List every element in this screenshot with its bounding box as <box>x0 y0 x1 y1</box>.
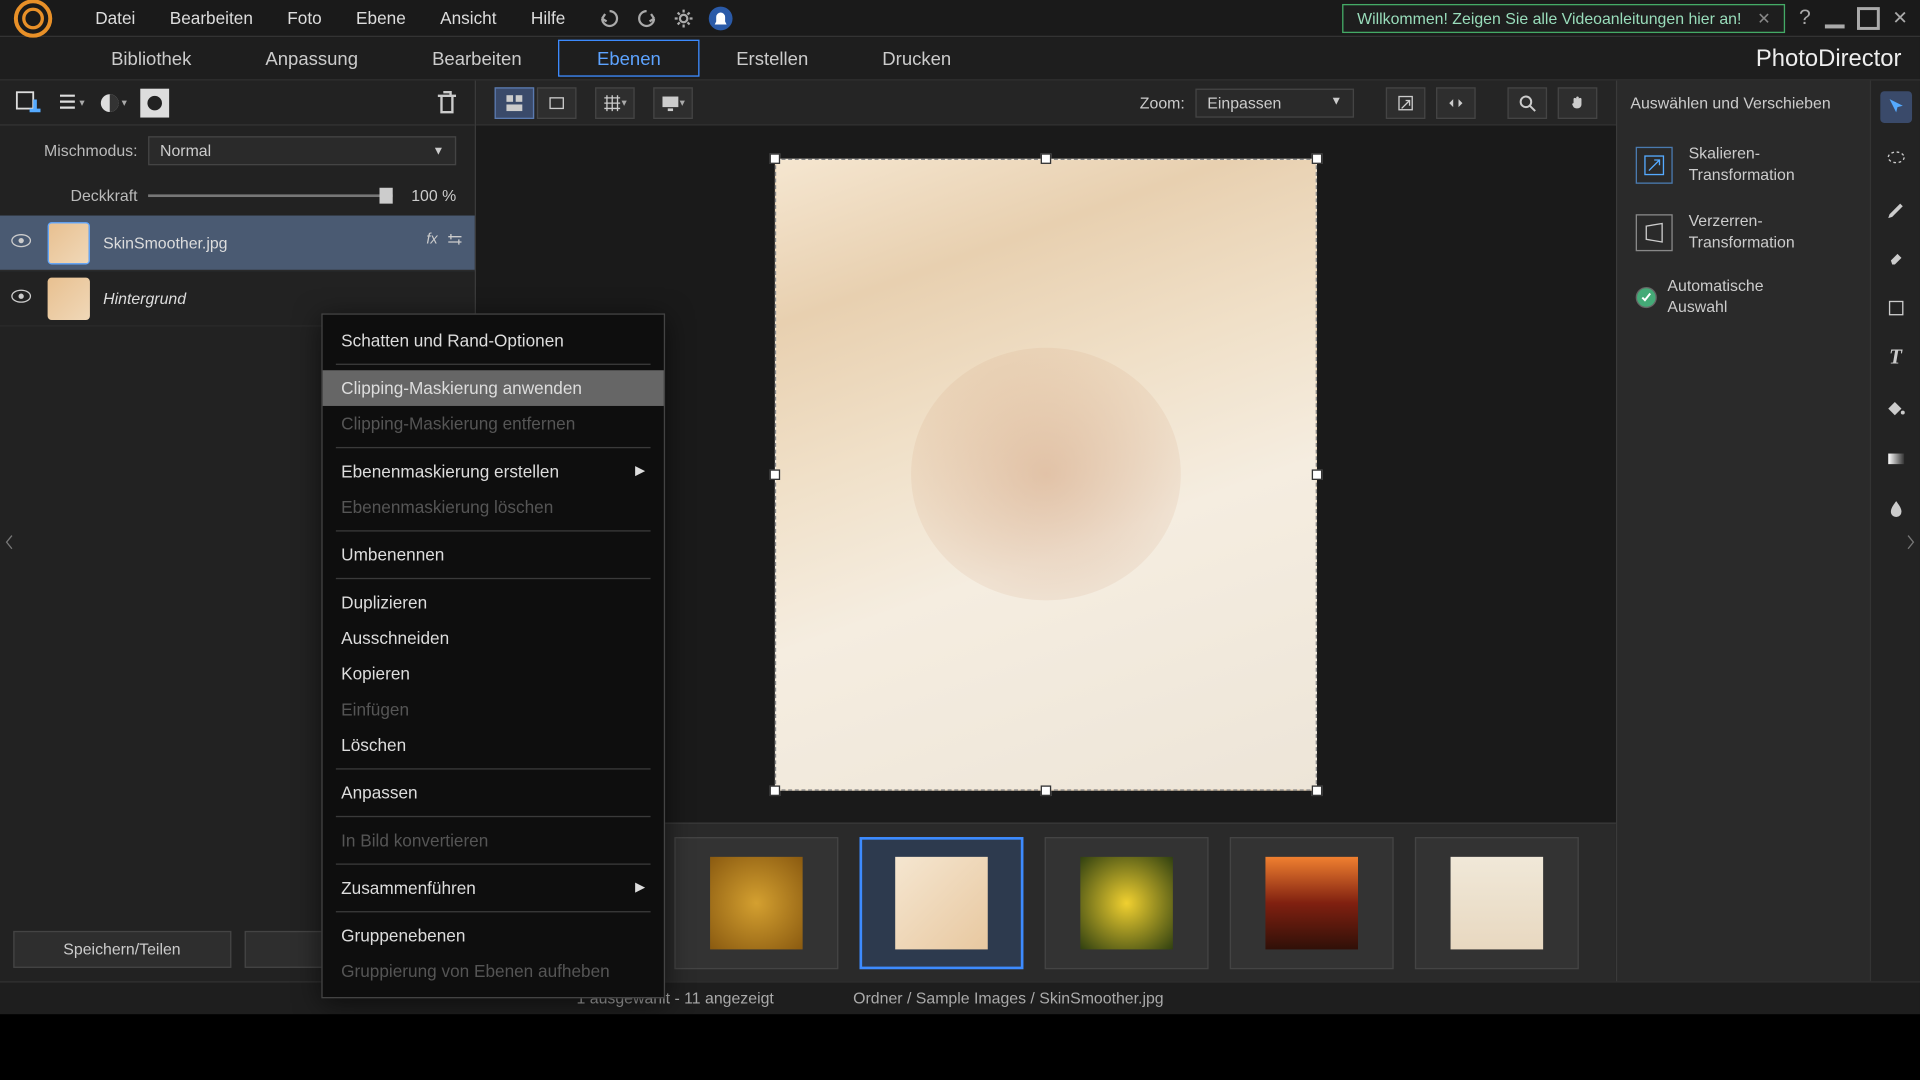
filmstrip-item[interactable] <box>859 836 1023 968</box>
maximize-icon[interactable] <box>1857 6 1881 30</box>
ctx-item: In Bild konvertieren <box>323 822 664 858</box>
zoom-label: Zoom: <box>1140 93 1185 112</box>
fill-tool-icon[interactable] <box>1880 393 1912 425</box>
opacity-value: 100 % <box>411 186 456 205</box>
blur-tool-icon[interactable] <box>1880 493 1912 525</box>
layer-row[interactable]: SkinSmoother.jpg fx <box>0 216 475 272</box>
welcome-banner[interactable]: Willkommen! Zeigen Sie alle Videoanleitu… <box>1343 3 1786 32</box>
blend-mode-label: Mischmodus: <box>19 141 138 160</box>
tab-anpassung[interactable]: Anpassung <box>228 40 395 77</box>
filmstrip-item[interactable] <box>674 836 838 968</box>
ctx-item[interactable]: Zusammenführen▶ <box>323 870 664 906</box>
ctx-item: Einfügen <box>323 692 664 728</box>
ctx-item[interactable]: Ausschneiden <box>323 620 664 656</box>
tab-erstellen[interactable]: Erstellen <box>699 40 845 77</box>
zoom-select[interactable]: Einpassen▼ <box>1195 88 1354 117</box>
shape-tool-icon[interactable] <box>1880 292 1912 324</box>
view-compare-icon[interactable] <box>537 87 577 119</box>
menu-foto[interactable]: Foto <box>271 3 337 33</box>
filmstrip-item[interactable] <box>1045 836 1209 968</box>
canvas-image[interactable] <box>775 158 1317 790</box>
visibility-icon[interactable] <box>11 233 35 253</box>
panel-title: Auswählen und Verschieben <box>1630 94 1856 113</box>
layer-adjust-icon[interactable] <box>446 231 465 253</box>
visibility-icon[interactable] <box>11 288 35 308</box>
distort-transform[interactable]: Verzerren- Transformation <box>1630 199 1856 267</box>
ctx-item[interactable]: Umbenennen <box>323 537 664 573</box>
menu-bearbeiten[interactable]: Bearbeiten <box>154 3 269 33</box>
filmstrip-item[interactable] <box>1230 836 1394 968</box>
pen-tool-icon[interactable] <box>1880 192 1912 224</box>
menu-datei[interactable]: Datei <box>79 3 151 33</box>
mask-icon[interactable]: ▾ <box>98 88 127 117</box>
tab-drucken[interactable]: Drucken <box>845 40 988 77</box>
filmstrip-item[interactable] <box>1415 836 1579 968</box>
tab-ebenen[interactable]: Ebenen <box>559 40 700 77</box>
fx-icon[interactable]: fx <box>426 231 437 253</box>
layer-thumbnail <box>48 277 90 319</box>
menu-ebene[interactable]: Ebene <box>340 3 421 33</box>
layer-context-menu: Schatten und Rand-Optionen Clipping-Maski… <box>321 313 665 998</box>
eraser-tool-icon[interactable] <box>1880 242 1912 274</box>
tab-bibliothek[interactable]: Bibliothek <box>74 40 228 77</box>
help-icon[interactable]: ? <box>1793 6 1817 30</box>
opacity-slider[interactable] <box>148 194 393 197</box>
layer-name: SkinSmoother.jpg <box>103 233 413 252</box>
window-close-icon[interactable]: ✕ <box>1888 6 1912 30</box>
redo-icon[interactable] <box>634 6 658 30</box>
ctx-item: Gruppierung von Ebenen aufheben <box>323 953 664 989</box>
opacity-label: Deckkraft <box>19 186 138 205</box>
gear-icon[interactable] <box>671 6 695 30</box>
list-icon[interactable]: ▾ <box>56 88 85 117</box>
tab-bearbeiten[interactable]: Bearbeiten <box>395 40 559 77</box>
fit-icon[interactable] <box>1386 87 1426 119</box>
menubar: DateiBearbeitenFotoEbeneAnsichtHilfe Wil… <box>0 0 1920 37</box>
ctx-item: Ebenenmaskierung löschen <box>323 489 664 525</box>
flip-icon[interactable] <box>1436 87 1476 119</box>
app-brand: PhotoDirector <box>1756 44 1902 72</box>
undo-icon[interactable] <box>597 6 621 30</box>
ctx-item[interactable]: Gruppenebenen <box>323 918 664 954</box>
status-bar: 1 ausgewählt - 11 angezeigt Ordner / Sam… <box>0 981 1920 1014</box>
hand-icon[interactable] <box>1558 87 1598 119</box>
circle-icon[interactable] <box>140 88 169 117</box>
collapse-right-icon[interactable] <box>1904 526 1917 558</box>
app-logo <box>8 0 58 43</box>
move-tool-icon[interactable] <box>1880 91 1912 123</box>
close-icon[interactable]: ✕ <box>1757 9 1770 28</box>
ctx-item: Clipping-Maskierung entfernen <box>323 406 664 442</box>
save-share-button[interactable]: Speichern/Teilen <box>13 931 231 968</box>
text-tool-icon[interactable]: T <box>1880 342 1912 374</box>
bell-icon[interactable] <box>708 6 732 30</box>
menu-hilfe[interactable]: Hilfe <box>515 3 581 33</box>
collapse-left-icon[interactable] <box>3 526 16 558</box>
ctx-item[interactable]: Schatten und Rand-Optionen <box>323 323 664 359</box>
add-layer-icon[interactable] <box>13 88 42 117</box>
layer-thumbnail <box>48 221 90 263</box>
minimize-icon[interactable] <box>1825 6 1849 30</box>
display-icon[interactable]: ▾ <box>653 87 693 119</box>
ctx-item[interactable]: Löschen <box>323 727 664 763</box>
ctx-item[interactable]: Anpassen <box>323 775 664 811</box>
trash-icon[interactable] <box>432 88 461 117</box>
status-path: Ordner / Sample Images / SkinSmoother.jp… <box>853 989 1163 1008</box>
welcome-text: Willkommen! Zeigen Sie alle Videoanleitu… <box>1357 9 1741 28</box>
layer-name: Hintergrund <box>103 289 464 308</box>
ctx-item[interactable]: Duplizieren <box>323 584 664 620</box>
gradient-tool-icon[interactable] <box>1880 443 1912 475</box>
transform-panel: Auswählen und Verschieben Skalieren- Tra… <box>1616 81 1920 981</box>
blend-mode-select[interactable]: Normal▼ <box>148 136 456 165</box>
select-tool-icon[interactable] <box>1880 141 1912 173</box>
ctx-item[interactable]: Kopieren <box>323 656 664 692</box>
auto-select-checkbox[interactable]: Automatische Auswahl <box>1630 266 1856 328</box>
mode-tabs: BibliothekAnpassungBearbeitenEbenenErste… <box>0 37 1920 81</box>
magnify-icon[interactable] <box>1507 87 1547 119</box>
view-single-icon[interactable] <box>495 87 535 119</box>
menu-ansicht[interactable]: Ansicht <box>424 3 512 33</box>
grid-icon[interactable]: ▾ <box>595 87 635 119</box>
ctx-item[interactable]: Clipping-Maskierung anwenden <box>323 370 664 406</box>
ctx-item[interactable]: Ebenenmaskierung erstellen▶ <box>323 454 664 490</box>
scale-transform[interactable]: Skalieren- Transformation <box>1630 131 1856 199</box>
